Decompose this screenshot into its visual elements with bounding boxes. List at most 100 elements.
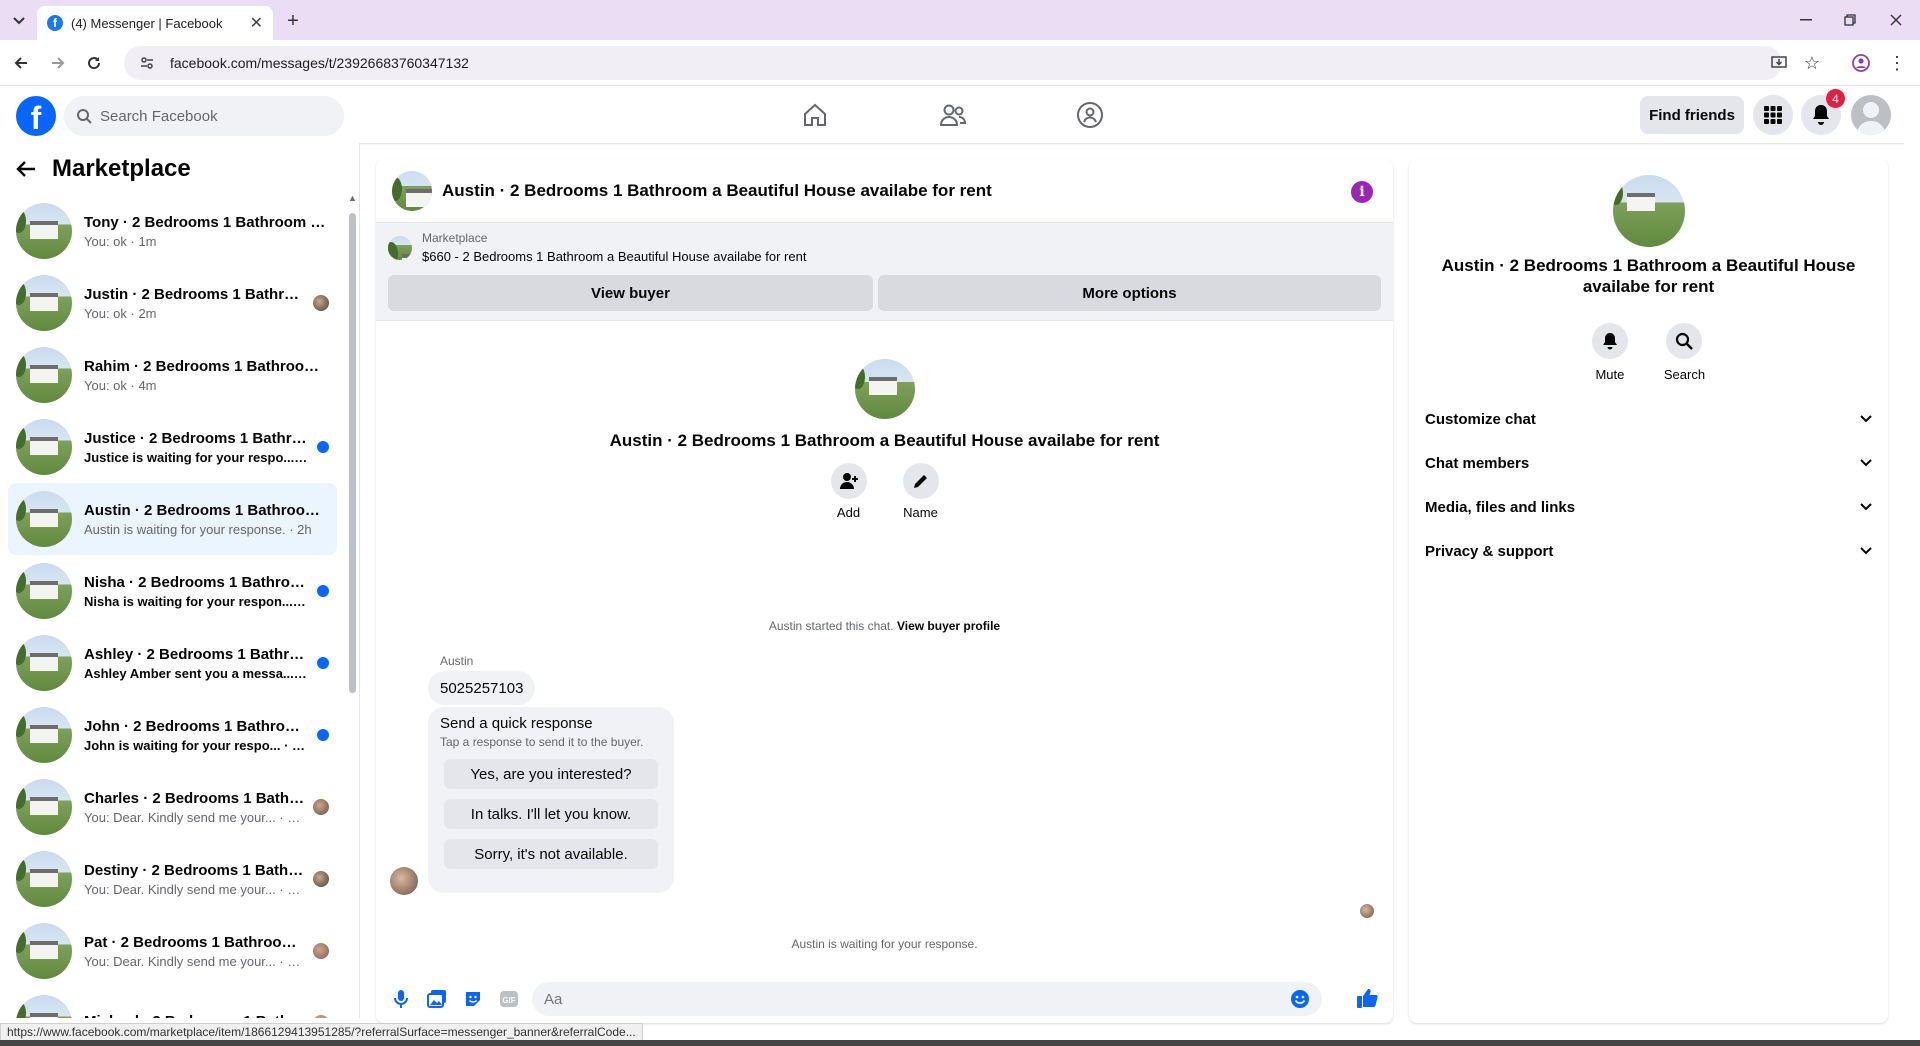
account-avatar[interactable] xyxy=(1851,95,1891,135)
message-input[interactable] xyxy=(532,982,1322,1016)
conversation-name: Justice · 2 Bedrooms 1 Bathroo... xyxy=(84,429,309,447)
friends-nav-icon[interactable] xyxy=(933,95,973,135)
conversation-name: Nisha · 2 Bedrooms 1 Bathroo... xyxy=(84,573,309,591)
conversation-item[interactable]: John · 2 Bedrooms 1 Bathroom... John is w… xyxy=(8,699,337,771)
sidebar-scrollbar[interactable] xyxy=(349,213,356,693)
conversation-item[interactable]: Destiny · 2 Bedrooms 1 Bathro... You: Dea… xyxy=(8,843,337,915)
message-text-field[interactable] xyxy=(544,990,1244,1008)
chat-intro-avatar xyxy=(854,359,915,419)
conversation-info-icon[interactable]: i xyxy=(1351,181,1373,203)
add-people-button[interactable]: Add xyxy=(830,463,867,520)
microphone-icon[interactable] xyxy=(390,988,412,1010)
quick-response-button[interactable]: Sorry, it's not available. xyxy=(444,839,658,869)
conversation-name: John · 2 Bedrooms 1 Bathroom... xyxy=(84,717,309,735)
conversation-preview: Justice is waiting for your respo... · 2… xyxy=(84,449,309,465)
seen-avatar xyxy=(313,1015,329,1018)
waiting-note: Austin is waiting for your response. xyxy=(791,937,978,951)
home-nav-icon[interactable] xyxy=(795,95,835,135)
conversation-avatar xyxy=(16,491,72,547)
view-buyer-button[interactable]: View buyer xyxy=(388,275,873,311)
facebook-search-input[interactable]: Search Facebook xyxy=(64,96,344,136)
quick-response-button[interactable]: In talks. I'll let you know. xyxy=(444,799,658,829)
chat-intro-name: Austin · 2 Bedrooms 1 Bathroom a Beautif… xyxy=(609,431,1160,450)
chevron-down-icon xyxy=(1860,459,1872,467)
taskbar-strip xyxy=(0,1040,1920,1046)
conversation-name: Austin · 2 Bedrooms 1 Bathroom... xyxy=(84,501,329,519)
new-tab-icon[interactable]: + xyxy=(282,10,304,32)
conversation-item[interactable]: Charles · 2 Bedrooms 1 Bathro... You: Dea… xyxy=(8,771,337,843)
quick-response-title: Send a quick response xyxy=(440,715,593,732)
conversation-item[interactable]: Michael · 2 Bedrooms 1 Bathr... xyxy=(8,987,337,1018)
customize-chat-section[interactable]: Customize chat xyxy=(1425,399,1872,439)
restore-icon[interactable] xyxy=(1838,8,1862,32)
forward-icon[interactable] xyxy=(47,52,69,74)
chat-title[interactable]: Austin · 2 Bedrooms 1 Bathroom a Beautif… xyxy=(442,181,992,201)
chat-panel: Austin · 2 Bedrooms 1 Bathroom a Beautif… xyxy=(376,159,1393,1023)
chevron-down-icon xyxy=(1860,547,1872,555)
view-buyer-profile-link[interactable]: View buyer profile xyxy=(897,619,1000,633)
conversation-item[interactable]: Justice · 2 Bedrooms 1 Bathroo... Justice… xyxy=(8,411,337,483)
chat-header-avatar[interactable] xyxy=(392,170,432,211)
page-scrollbar[interactable] xyxy=(1904,87,1920,1040)
attach-photo-icon[interactable] xyxy=(426,988,448,1010)
conversation-item[interactable]: Nisha · 2 Bedrooms 1 Bathroo... Nisha is … xyxy=(8,555,337,627)
conversation-item[interactable]: Tony · 2 Bedrooms 1 Bathroom a... You: ok… xyxy=(8,195,337,267)
seen-avatar xyxy=(313,295,329,311)
emoji-icon[interactable] xyxy=(1290,989,1310,1009)
edit-name-button[interactable]: Name xyxy=(902,463,939,520)
search-conversation-button[interactable]: Search xyxy=(1664,323,1705,382)
back-icon[interactable] xyxy=(10,52,32,74)
quick-response-subtitle: Tap a response to send it to the buyer. xyxy=(440,735,644,749)
conversation-preview: You: Dear. Kindly send me your... · 20h xyxy=(84,809,305,825)
site-info-icon[interactable] xyxy=(140,56,154,70)
conversation-preview: You: Dear. Kindly send me your... · 21h xyxy=(84,953,305,969)
privacy-support-section[interactable]: Privacy & support xyxy=(1425,531,1872,571)
media-files-links-section[interactable]: Media, files and links xyxy=(1425,487,1872,527)
started-text: Austin started this chat. xyxy=(768,619,894,633)
minimize-icon[interactable] xyxy=(1794,8,1818,32)
sticker-icon[interactable] xyxy=(462,988,484,1010)
conversation-name: Michael · 2 Bedrooms 1 Bathr... xyxy=(84,1013,305,1018)
conversation-item[interactable]: Justin · 2 Bedrooms 1 Bathroo... You: ok … xyxy=(8,267,337,339)
message-bubble[interactable]: 5025257103 xyxy=(428,671,536,705)
marketplace-banner[interactable]: Marketplace $660 - 2 Bedrooms 1 Bathroom… xyxy=(376,223,1393,321)
reload-icon[interactable] xyxy=(83,52,105,74)
conversation-item[interactable]: Austin · 2 Bedrooms 1 Bathroom... Austin … xyxy=(8,483,337,555)
close-window-icon[interactable] xyxy=(1884,8,1908,32)
unread-dot xyxy=(317,729,329,741)
chat-members-section[interactable]: Chat members xyxy=(1425,443,1872,483)
facebook-logo-icon[interactable]: f xyxy=(16,96,56,136)
find-friends-button[interactable]: Find friends xyxy=(1640,96,1744,134)
conversation-list: Tony · 2 Bedrooms 1 Bathroom a... You: ok… xyxy=(8,195,337,1018)
mute-button[interactable]: Mute xyxy=(1591,323,1628,382)
thumbs-up-icon[interactable] xyxy=(1356,987,1378,1009)
menu-grid-button[interactable] xyxy=(1753,95,1793,135)
sender-avatar[interactable] xyxy=(390,867,418,895)
groups-nav-icon[interactable] xyxy=(1070,95,1110,135)
pencil-icon xyxy=(913,475,927,488)
back-arrow-icon[interactable] xyxy=(16,160,36,178)
bookmark-star-icon[interactable]: ☆ xyxy=(1801,52,1823,74)
conversation-avatar xyxy=(16,563,72,619)
conversation-preview: Nisha is waiting for your respon... · 3h xyxy=(84,593,309,609)
scroll-up-arrow-icon[interactable]: ▲ xyxy=(348,193,357,203)
more-options-button[interactable]: More options xyxy=(878,275,1381,311)
tab-search-icon[interactable] xyxy=(8,10,30,32)
close-tab-icon[interactable]: ✕ xyxy=(250,13,263,33)
add-person-icon xyxy=(839,473,858,489)
quick-response-button[interactable]: Yes, are you interested? xyxy=(444,759,658,789)
gif-icon[interactable]: GIF xyxy=(498,988,520,1010)
address-bar[interactable]: facebook.com/messages/t/2392668376034713… xyxy=(124,46,1782,80)
profile-icon[interactable] xyxy=(1850,52,1872,74)
conversation-avatar xyxy=(16,203,72,259)
browser-tab[interactable]: f (4) Messenger | Facebook ✕ xyxy=(37,6,273,40)
install-app-icon[interactable] xyxy=(1768,52,1790,74)
browser-menu-icon[interactable]: ⋮ xyxy=(1886,52,1908,74)
unread-dot xyxy=(317,657,329,669)
conversation-item[interactable]: Pat · 2 Bedrooms 1 Bathroom ... You: Dear… xyxy=(8,915,337,987)
details-avatar[interactable] xyxy=(1613,175,1685,247)
conversation-item[interactable]: Rahim · 2 Bedrooms 1 Bathroom... You: ok … xyxy=(8,339,337,411)
bell-icon xyxy=(1602,333,1617,350)
conversation-item[interactable]: Ashley · 2 Bedrooms 1 Bathroo... Ashley A… xyxy=(8,627,337,699)
tab-title: (4) Messenger | Facebook xyxy=(71,15,223,31)
